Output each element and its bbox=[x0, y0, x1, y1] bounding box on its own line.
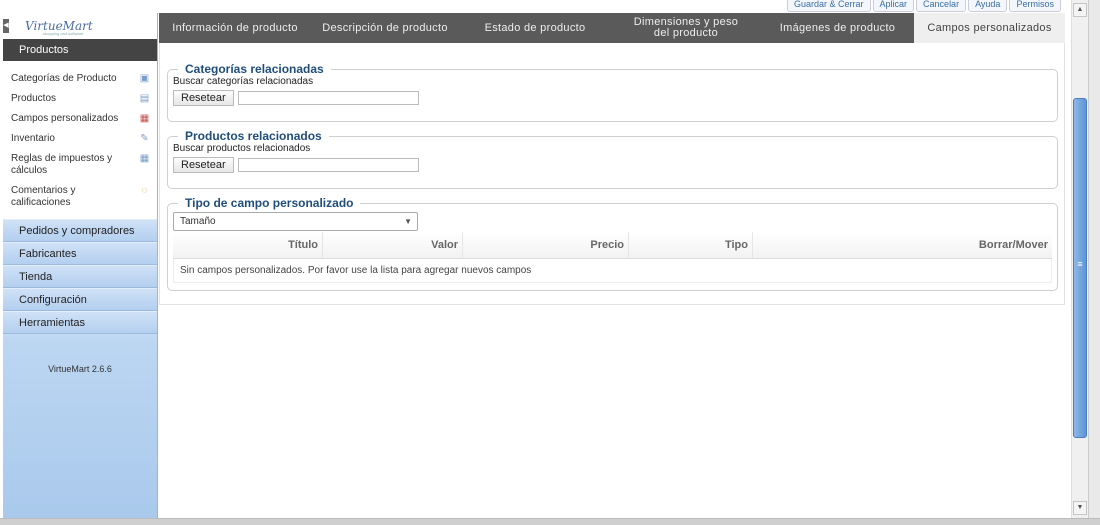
empty-table-message: Sin campos personalizados. Por favor use… bbox=[173, 259, 1052, 283]
scrollbar-thumb[interactable]: ≡ bbox=[1073, 98, 1087, 438]
vertical-scrollbar[interactable]: ▲ ≡ ▼ bbox=[1071, 0, 1088, 518]
related-categories-panel: Categorías relacionadas Buscar categoría… bbox=[167, 62, 1058, 122]
related-categories-reset-button[interactable]: Resetear bbox=[173, 90, 234, 106]
sidebar-item-label: Campos personalizados bbox=[11, 113, 119, 124]
tab-product-images[interactable]: Imágenes de producto bbox=[761, 13, 914, 43]
related-categories-search-label: Buscar categorías relacionadas bbox=[173, 76, 314, 87]
calculator-icon: ▦ bbox=[139, 153, 150, 164]
custom-field-type-select[interactable]: Tamaño ▼ bbox=[173, 212, 418, 231]
help-button[interactable]: Ayuda bbox=[968, 0, 1008, 12]
sidebar-item-tax-rules[interactable]: Reglas de impuestos y cálculos ▦ bbox=[3, 149, 157, 181]
select-value: Tamaño bbox=[180, 216, 216, 227]
sidebar-item-reviews[interactable]: Comentarios y calificaciones ◌ bbox=[3, 181, 157, 213]
window-edge bbox=[1088, 0, 1100, 525]
sidebar-submenu: Categorías de Producto ▣ Productos ▤ Cam… bbox=[3, 61, 157, 213]
sidebar-item-label: Productos bbox=[11, 93, 57, 104]
tab-dimensions-weight[interactable]: Dimensiones y peso del producto bbox=[611, 13, 761, 43]
inventory-icon: ✎ bbox=[140, 133, 149, 144]
logo-area: ◀ VirtueMart shopping cart software bbox=[3, 13, 157, 39]
sidebar-section-title[interactable]: Productos bbox=[3, 39, 157, 61]
sidebar-main-menu: Pedidos y compradores Fabricantes Tienda… bbox=[3, 219, 157, 334]
comment-icon: ◌ bbox=[141, 185, 148, 196]
product-tabs: Información de producto Descripción de p… bbox=[159, 13, 1065, 43]
sidebar-item-configuration[interactable]: Configuración bbox=[3, 288, 157, 311]
toolbar: Guardar & Cerrar Aplicar Cancelar Ayuda … bbox=[785, 0, 1061, 12]
sidebar-item-label: Reglas de impuestos y cálculos bbox=[11, 153, 113, 176]
sidebar-item-label: Categorías de Producto bbox=[11, 73, 117, 84]
sidebar-item-label: Comentarios y calificaciones bbox=[11, 185, 76, 208]
sidebar-item-categories[interactable]: Categorías de Producto ▣ bbox=[3, 69, 157, 89]
cancel-button[interactable]: Cancelar bbox=[916, 0, 967, 12]
column-header-price: Precio bbox=[463, 232, 629, 258]
related-products-search-input[interactable] bbox=[237, 158, 419, 172]
column-header-value: Valor bbox=[323, 232, 463, 258]
column-header-title: Título bbox=[173, 232, 323, 258]
scroll-up-arrow-icon[interactable]: ▲ bbox=[1073, 3, 1087, 17]
sidebar-item-manufacturers[interactable]: Fabricantes bbox=[3, 242, 157, 265]
save-close-button[interactable]: Guardar & Cerrar bbox=[787, 0, 871, 12]
column-header-delete-move: Borrar/Mover bbox=[978, 239, 1048, 251]
scroll-down-arrow-icon[interactable]: ▼ bbox=[1073, 501, 1087, 515]
custom-field-type-legend: Tipo de campo personalizado bbox=[185, 196, 354, 210]
custom-field-type-panel: Tipo de campo personalizado Tamaño ▼ Tít… bbox=[167, 196, 1058, 291]
sidebar: ◀ VirtueMart shopping cart software Prod… bbox=[3, 13, 158, 518]
related-categories-search-input[interactable] bbox=[237, 91, 419, 105]
tab-product-status[interactable]: Estado de producto bbox=[459, 13, 611, 43]
tab-custom-fields[interactable]: Campos personalizados bbox=[914, 13, 1065, 43]
sidebar-item-orders[interactable]: Pedidos y compradores bbox=[3, 219, 157, 242]
chevron-down-icon: ▼ bbox=[404, 217, 412, 226]
box-icon: ▤ bbox=[139, 93, 150, 104]
tab-product-info[interactable]: Información de producto bbox=[159, 13, 311, 43]
related-products-reset-button[interactable]: Resetear bbox=[173, 157, 234, 173]
sidebar-item-inventory[interactable]: Inventario ✎ bbox=[3, 129, 157, 149]
version-label: VirtueMart 2.6.6 bbox=[48, 364, 112, 374]
sidebar-item-products[interactable]: Productos ▤ bbox=[3, 89, 157, 109]
custom-fields-icon: ▦ bbox=[139, 113, 150, 124]
custom-fields-table-header: Título Valor Precio Tipo Borrar/Mover bbox=[173, 232, 1052, 259]
sidebar-item-tools[interactable]: Herramientas bbox=[3, 311, 157, 334]
column-header-type: Tipo bbox=[629, 232, 753, 258]
sidebar-item-label: Inventario bbox=[11, 133, 55, 144]
tab-product-description[interactable]: Descripción de producto bbox=[311, 13, 459, 43]
permissions-button[interactable]: Permisos bbox=[1009, 0, 1061, 12]
apply-button[interactable]: Aplicar bbox=[872, 0, 915, 12]
tab-content: Categorías relacionadas Buscar categoría… bbox=[159, 43, 1065, 305]
folder-icon: ▣ bbox=[139, 73, 150, 84]
logo-tagline: shopping cart software bbox=[43, 31, 84, 36]
related-products-search-label: Buscar productos relacionados bbox=[173, 143, 311, 154]
sidebar-item-shop[interactable]: Tienda bbox=[3, 265, 157, 288]
related-products-legend: Productos relacionados bbox=[185, 129, 322, 143]
collapse-arrow-icon[interactable]: ◀ bbox=[3, 19, 9, 33]
related-categories-legend: Categorías relacionadas bbox=[185, 62, 324, 76]
related-products-panel: Productos relacionados Buscar productos … bbox=[167, 129, 1058, 189]
sidebar-item-custom-fields[interactable]: Campos personalizados ▦ bbox=[3, 109, 157, 129]
window-bottom-edge bbox=[0, 518, 1100, 525]
